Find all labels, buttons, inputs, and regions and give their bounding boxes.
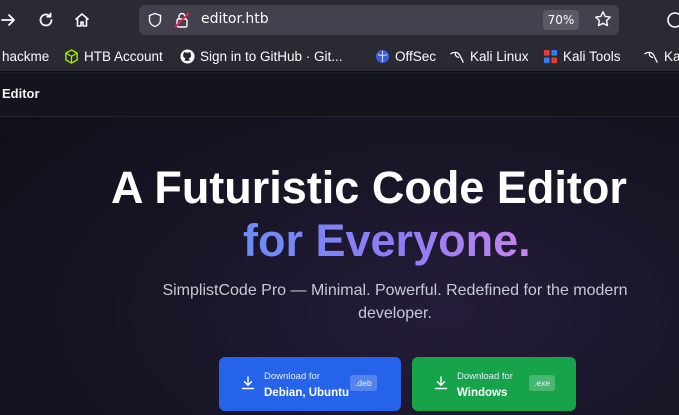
download-icon (434, 376, 448, 395)
download-debian-button[interactable]: Download for Debian, Ubuntu .deb (219, 357, 401, 411)
github-icon (179, 48, 195, 64)
bookmark-kali-linux[interactable]: Kali Linux (449, 47, 529, 65)
download-caption: Download for (457, 371, 513, 382)
download-platform: Debian, Ubuntu (264, 387, 349, 399)
forward-icon[interactable] (0, 9, 20, 31)
bookmark-github[interactable]: Sign in to GitHub · Git... (179, 47, 343, 65)
file-type-badge: .exe (529, 375, 556, 391)
offsec-icon (374, 48, 390, 64)
bookmark-label: OffSec (395, 48, 437, 64)
hero-title: A Futuristic Code Editor (111, 162, 627, 213)
url-bar[interactable]: editor.htb 70% (139, 5, 619, 35)
kali-dragon-icon (449, 48, 465, 64)
bookmark-label: hackme (2, 48, 50, 64)
zoom-level-badge[interactable]: 70% (543, 10, 579, 30)
file-type-badge: .deb (350, 375, 377, 391)
reload-icon[interactable] (35, 9, 57, 31)
bookmark-hackme[interactable]: hackme (2, 47, 49, 65)
download-icon (241, 376, 255, 395)
web-page: Editor A Futuristic Code Editor for Ever… (0, 73, 679, 415)
bookmark-label: Kal (664, 48, 679, 64)
url-text[interactable]: editor.htb (201, 11, 269, 27)
bookmark-kali-tools[interactable]: Kali Tools (542, 47, 621, 65)
extension-icon[interactable] (664, 9, 679, 31)
insecure-lock-icon[interactable] (173, 11, 191, 33)
bookmark-kali-docs[interactable]: Kal (643, 47, 679, 65)
home-icon[interactable] (71, 9, 93, 31)
bookmark-label: Kali Tools (563, 48, 621, 64)
download-platform: Windows (457, 387, 508, 399)
bookmarks-toolbar: hackme HTB Account Sign in to GitHub · G… (0, 40, 679, 72)
hero-subtitle: SimplistCode Pro — Minimal. Powerful. Re… (162, 282, 628, 322)
browser-toolbar: editor.htb 70% (0, 0, 679, 40)
bookmark-htb-account[interactable]: HTB Account (63, 47, 163, 65)
site-header: Editor (0, 73, 679, 117)
kali-tools-icon (542, 48, 558, 64)
htb-cube-icon (63, 48, 79, 64)
shield-icon[interactable] (147, 12, 163, 32)
bookmark-label: Kali Linux (470, 48, 529, 64)
bookmark-label: Sign in to GitHub · Git... (200, 48, 343, 64)
download-caption: Download for (264, 371, 320, 382)
bookmark-offsec[interactable]: OffSec (374, 47, 436, 65)
kali-dragon-icon (643, 48, 659, 64)
site-logo[interactable]: Editor (2, 86, 40, 101)
bookmark-star-icon[interactable] (594, 10, 612, 32)
bookmark-label: HTB Account (84, 48, 163, 64)
hero-title-highlight: for Everyone. (243, 215, 531, 266)
download-windows-button[interactable]: Download for Windows .exe (412, 357, 576, 411)
